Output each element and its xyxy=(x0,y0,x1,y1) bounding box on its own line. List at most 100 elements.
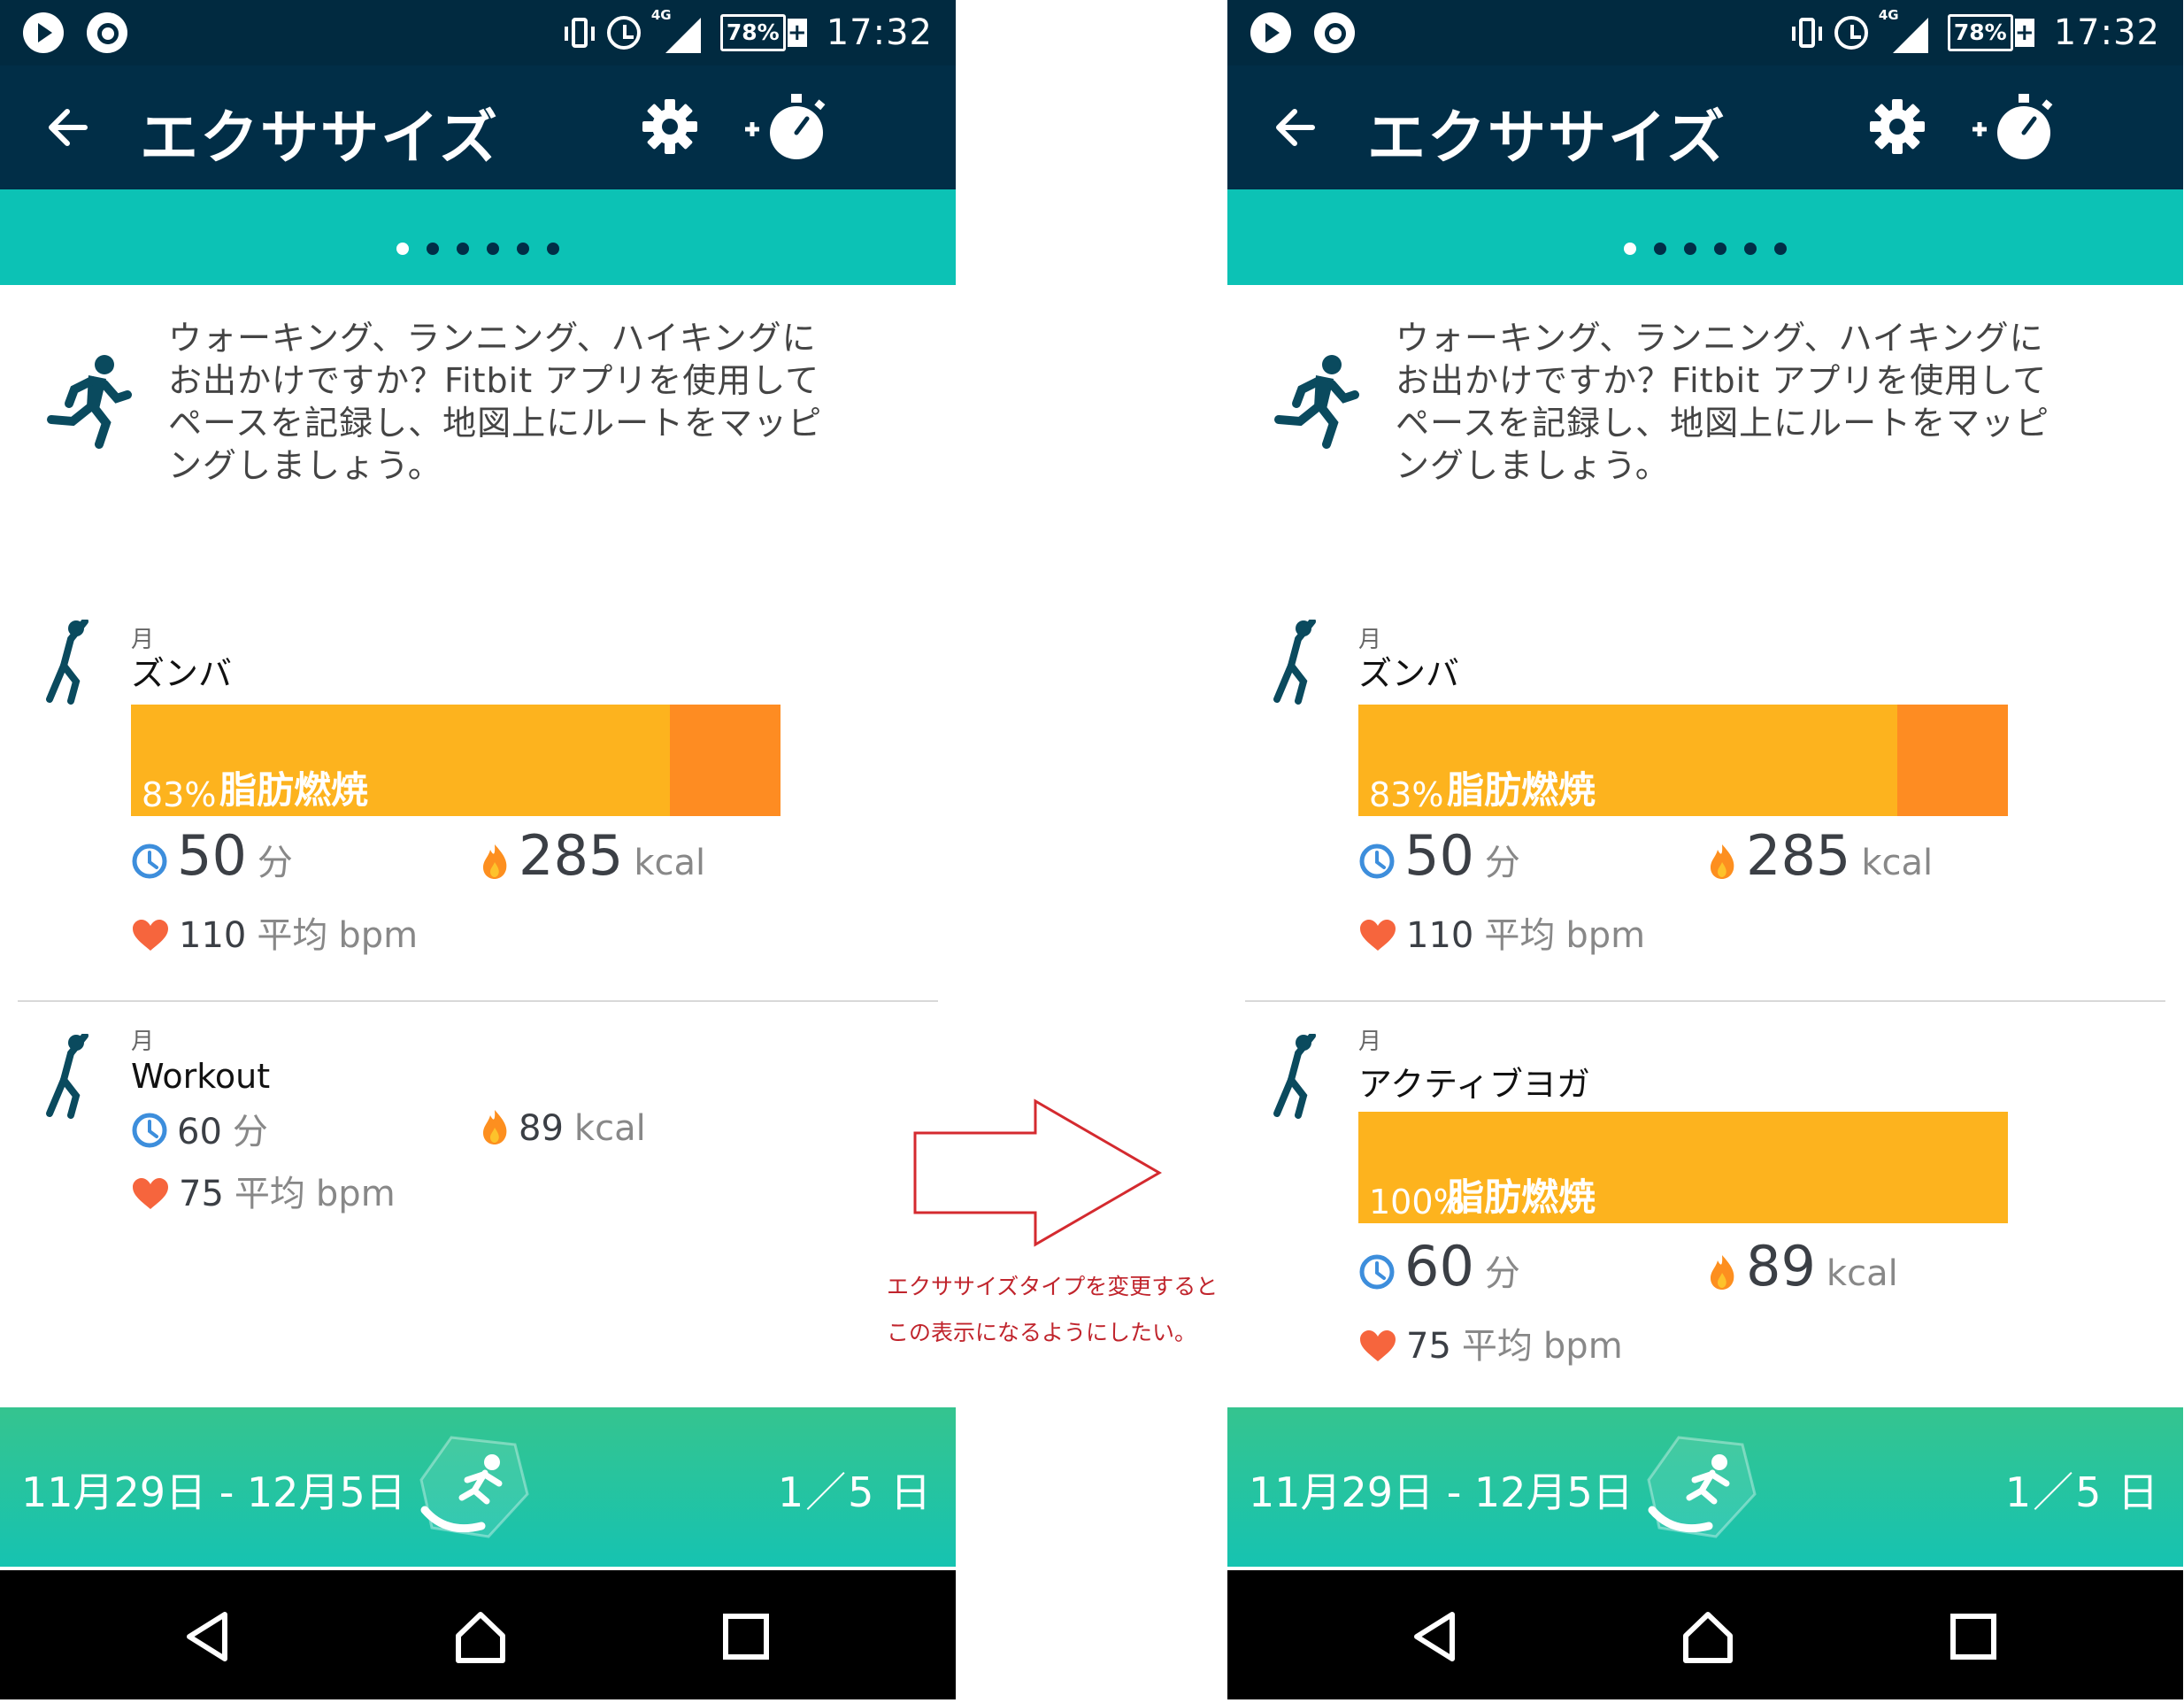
page-indicator[interactable] xyxy=(0,189,956,285)
flame-icon xyxy=(1711,844,1734,879)
flame-icon xyxy=(483,844,507,879)
zone-percent: 83% xyxy=(142,775,217,814)
heart-rate-value: 110 xyxy=(179,915,247,956)
back-arrow-icon[interactable] xyxy=(1270,101,1323,154)
duration-stat: 50 分 xyxy=(1358,823,1520,888)
heart-rate-avg-label: 平均 xyxy=(234,1174,305,1214)
app-notification-icon xyxy=(87,12,127,53)
duration-value: 50 xyxy=(177,823,247,888)
status-bar: 4G 78% + 17:32 xyxy=(1227,0,2183,66)
clock-icon xyxy=(1359,844,1395,879)
add-exercise-stopwatch-icon[interactable] xyxy=(742,89,830,163)
nav-home-icon[interactable] xyxy=(1677,1606,1739,1668)
nav-back-icon[interactable] xyxy=(1404,1606,1466,1668)
nav-back-icon[interactable] xyxy=(177,1606,239,1668)
back-arrow-icon[interactable] xyxy=(42,101,96,154)
app-bar: エクササイズ xyxy=(0,66,956,189)
duration-value: 60 xyxy=(1404,1234,1474,1298)
exercise-person-icon xyxy=(1273,1034,1316,1119)
battery-icon: 78% + xyxy=(719,14,807,51)
heart-icon xyxy=(1360,1330,1396,1361)
heart-rate-avg-label: 平均 xyxy=(257,915,328,956)
nav-home-icon[interactable] xyxy=(450,1606,511,1668)
exercise-person-icon xyxy=(1273,620,1316,705)
calories-value: 89 xyxy=(1746,1234,1816,1298)
heart-rate-value: 75 xyxy=(1406,1326,1451,1367)
calories-stat: 89 kcal xyxy=(480,1103,646,1149)
calories-stat: 285 kcal xyxy=(480,823,705,888)
heart-rate-unit: bpm xyxy=(1542,1326,1623,1367)
gps-promo-text: ウォーキング、ランニング、ハイキングにお出かけですか？Fitbit アプリを使用… xyxy=(1396,319,2050,485)
gps-promo[interactable]: ウォーキング、ランニング、ハイキングにお出かけですか？Fitbit アプリを使用… xyxy=(1227,285,2183,533)
page-dot[interactable] xyxy=(427,243,439,255)
page-dot[interactable] xyxy=(1684,243,1696,255)
calories-stat: 89 kcal xyxy=(1707,1234,1898,1298)
battery-level: 78% xyxy=(719,14,786,51)
screen-after: 4G 78% + 17:32 エクササイズ ウォーキング、ランニング、ハイキング… xyxy=(1227,0,2183,1699)
duration-value: 60 xyxy=(177,1112,222,1152)
heart-icon xyxy=(133,920,168,951)
duration-unit: 分 xyxy=(232,1112,268,1152)
signal-icon: 4G xyxy=(651,7,701,53)
page-dot[interactable] xyxy=(547,243,559,255)
page-dot[interactable] xyxy=(487,243,499,255)
status-time: 17:32 xyxy=(2053,12,2160,53)
zone-label: 脂肪燃焼 xyxy=(219,768,369,812)
app-notification-icon xyxy=(1314,12,1355,53)
calories-stat: 285 kcal xyxy=(1707,823,1933,888)
weekly-summary-bar[interactable]: 11月29日 - 12月5日 1／5 日 xyxy=(1227,1407,2183,1567)
zone-percent: 83% xyxy=(1369,775,1444,814)
page-dot[interactable] xyxy=(396,243,409,255)
heart-rate-unit: bpm xyxy=(1565,915,1646,956)
vibrate-icon xyxy=(564,18,595,48)
calories-value: 285 xyxy=(1746,823,1851,888)
settings-gear-icon[interactable] xyxy=(1868,97,1926,156)
heart-rate-stat: 75 平均 bpm xyxy=(1358,1317,1623,1368)
page-title: エクササイズ xyxy=(140,104,500,172)
duration-stat: 60 分 xyxy=(1358,1234,1520,1298)
calories-value: 89 xyxy=(519,1108,564,1149)
add-exercise-stopwatch-icon[interactable] xyxy=(1969,89,2057,163)
page-title: エクササイズ xyxy=(1367,104,1727,172)
exercise-name: Workout xyxy=(131,1057,271,1096)
page-dot[interactable] xyxy=(1654,243,1666,255)
zone-label: 脂肪燃焼 xyxy=(1447,768,1596,812)
nav-recents-icon[interactable] xyxy=(1942,1606,2004,1668)
page-dot[interactable] xyxy=(1774,243,1787,255)
flame-icon xyxy=(1711,1255,1734,1290)
page-dot[interactable] xyxy=(1714,243,1726,255)
heart-rate-stat: 75 平均 bpm xyxy=(131,1165,396,1216)
heart-rate-avg-label: 平均 xyxy=(1484,915,1556,956)
nav-recents-icon[interactable] xyxy=(715,1606,777,1668)
card-divider xyxy=(18,1000,938,1002)
heart-rate-zone-bar: 83% 脂肪燃焼 xyxy=(131,705,781,816)
signal-icon: 4G xyxy=(1879,7,1928,53)
exercise-goal-badge-icon[interactable] xyxy=(416,1432,531,1542)
page-dot[interactable] xyxy=(1624,243,1636,255)
date-range: 11月29日 - 12月5日 xyxy=(1249,1468,1634,1516)
weekly-summary-bar[interactable]: 11月29日 - 12月5日 1／5 日 xyxy=(0,1407,956,1567)
peak-zone-segment xyxy=(670,705,781,816)
exercise-name: アクティブヨガ xyxy=(1358,1065,1590,1104)
page-dot[interactable] xyxy=(517,243,529,255)
heart-icon xyxy=(1360,920,1396,951)
page-dot[interactable] xyxy=(457,243,469,255)
page-indicator[interactable] xyxy=(1227,189,2183,285)
active-days-count: 1／5 日 xyxy=(777,1468,933,1516)
heart-rate-zone-bar: 83% 脂肪燃焼 xyxy=(1358,705,2008,816)
gps-promo[interactable]: ウォーキング、ランニング、ハイキングにお出かけですか？Fitbit アプリを使用… xyxy=(0,285,956,533)
exercise-goal-badge-icon[interactable] xyxy=(1643,1432,1758,1542)
annotation-text-line1: エクササイズタイプを変更すると xyxy=(887,1274,1219,1299)
peak-zone-segment xyxy=(1897,705,2008,816)
heart-rate-value: 75 xyxy=(179,1174,224,1214)
right-arrow-annotation-icon xyxy=(913,1098,1162,1247)
system-nav-bar xyxy=(1227,1570,2183,1699)
heart-rate-avg-label: 平均 xyxy=(1461,1326,1533,1367)
exercise-day: 月 xyxy=(131,1029,155,1055)
calories-unit: kcal xyxy=(634,843,706,883)
play-notification-icon xyxy=(1250,12,1291,53)
settings-gear-icon[interactable] xyxy=(641,97,699,156)
page-dot[interactable] xyxy=(1744,243,1757,255)
clock-icon xyxy=(132,1113,167,1148)
vibrate-icon xyxy=(1791,18,1822,48)
